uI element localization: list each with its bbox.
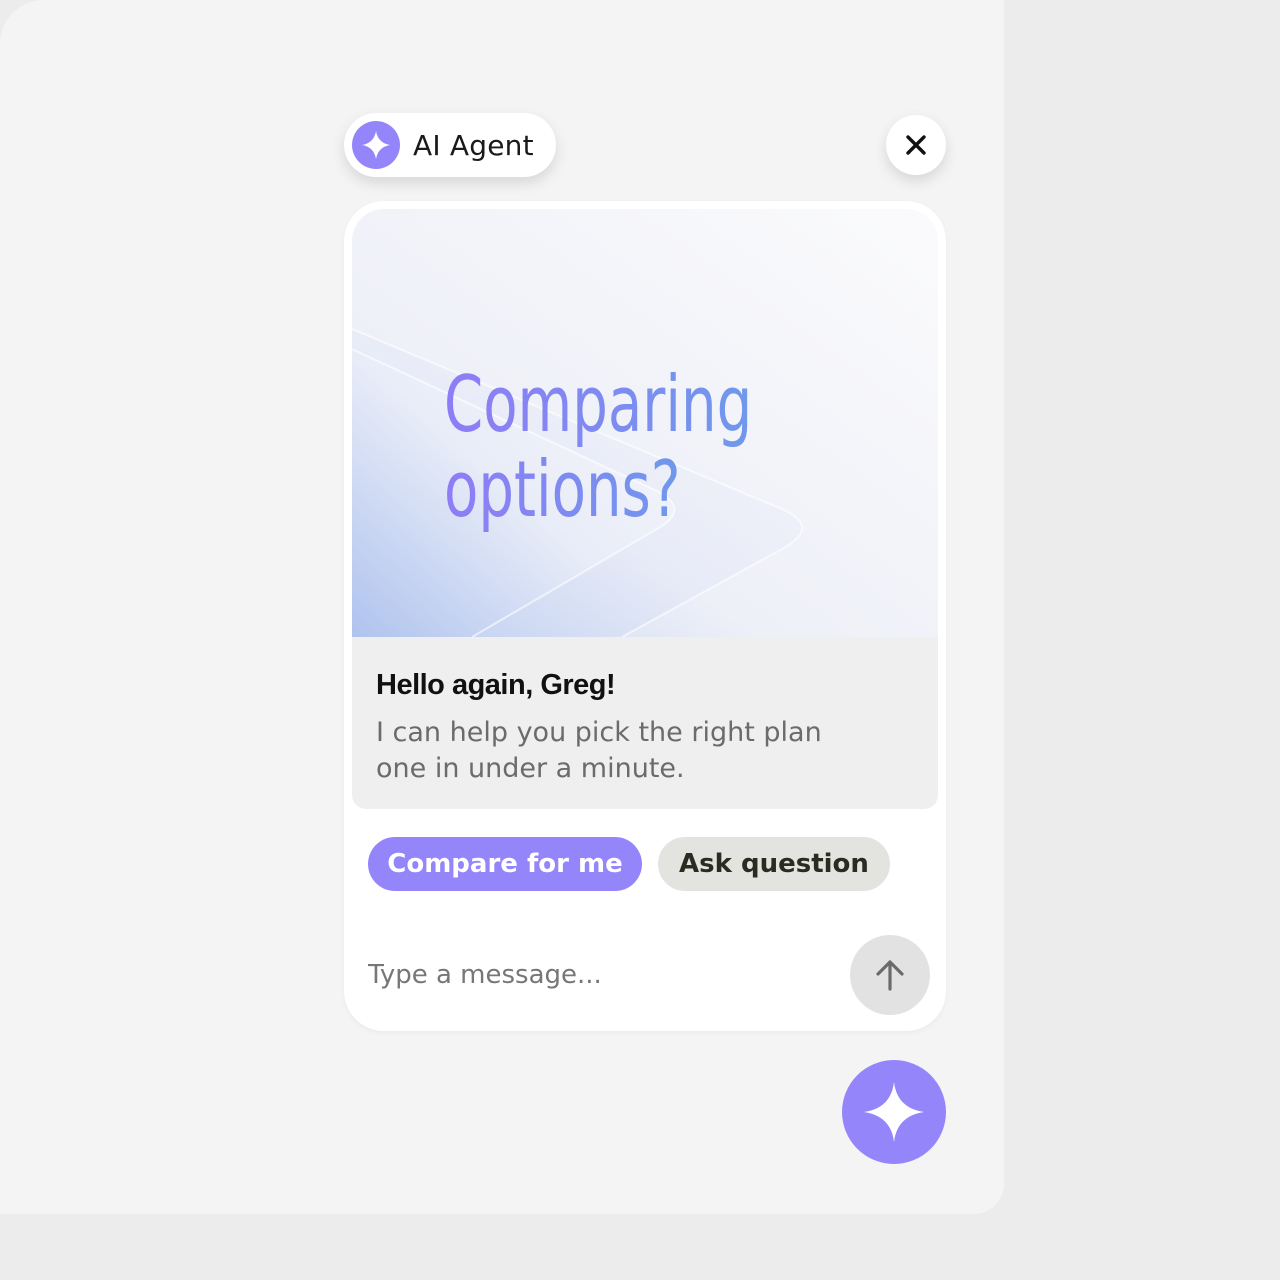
agent-name: AI Agent [413,128,534,162]
sparkle-icon [352,121,400,169]
assistant-launcher-button[interactable] [842,1060,946,1164]
send-button[interactable] [850,935,930,1015]
agent-badge[interactable]: AI Agent [344,113,556,177]
message-input[interactable] [368,945,828,1005]
promo-banner: Comparing options? [352,209,938,637]
close-icon [906,135,926,155]
compare-for-me-button[interactable]: Compare for me [368,837,642,891]
greeting-body: I can help you pick the right plan one i… [376,717,822,784]
greeting-message: Hello again, Greg! I can help you pick t… [352,637,938,809]
sparkle-icon [842,1060,946,1164]
ask-question-button[interactable]: Ask question [658,837,890,891]
chat-card: Comparing options? Hello again, Greg! I … [344,201,946,1031]
arrow-up-icon [876,960,904,991]
promo-headline-line2: options? [444,445,681,536]
greeting-title: Hello again, Greg! [376,669,616,701]
promo-headline-line1: Comparing [444,360,752,451]
close-button[interactable] [886,115,946,175]
